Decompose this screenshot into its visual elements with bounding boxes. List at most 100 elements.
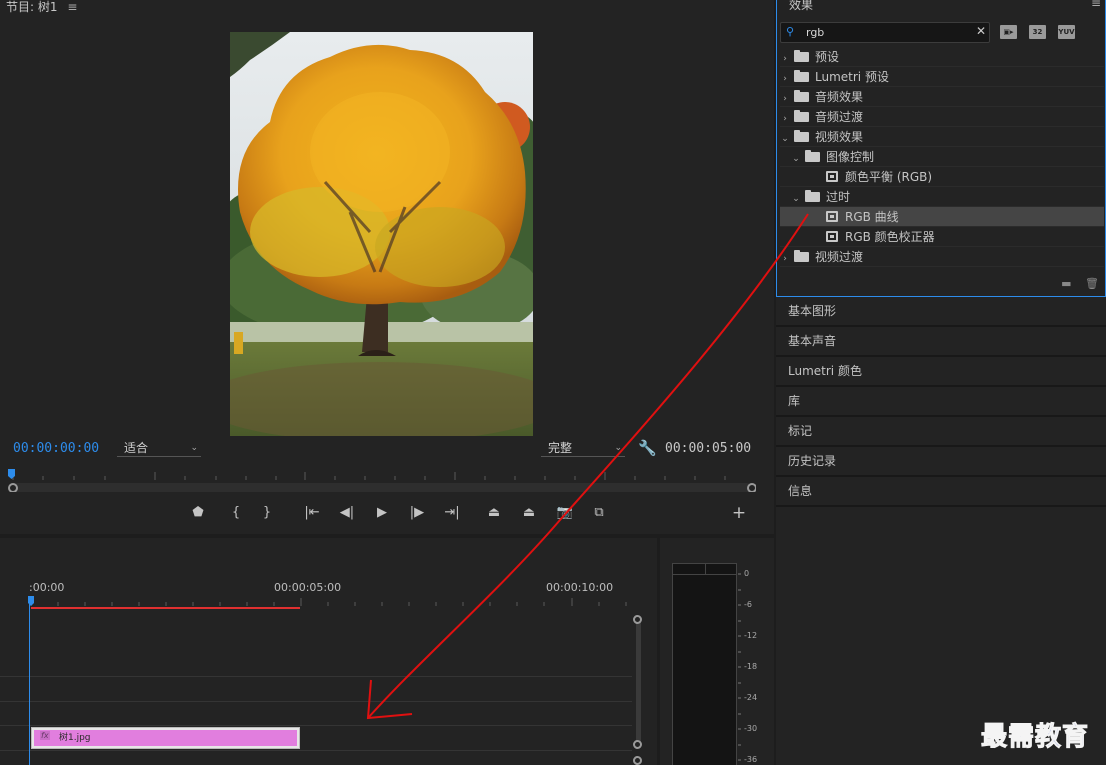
playhead-marker bbox=[8, 469, 15, 479]
tree-item-label: RGB 曲线 bbox=[845, 210, 899, 224]
panel-markers[interactable]: 标记 bbox=[776, 417, 1106, 447]
tree-item-label: 图像控制 bbox=[826, 150, 875, 164]
scroll-handle-bottom[interactable] bbox=[633, 740, 642, 749]
effects-bottom-toolbar: ▬ 🗑 bbox=[1061, 277, 1099, 290]
effect-icon bbox=[826, 171, 838, 182]
add-marker-button[interactable]: ⬟ bbox=[187, 503, 209, 523]
comparison-view-button[interactable]: ⧉ bbox=[588, 503, 610, 523]
chevron-right-icon[interactable]: › bbox=[780, 109, 790, 129]
tree-item-color-balance-rgb[interactable]: 颜色平衡 (RGB) bbox=[780, 167, 1104, 187]
new-bin-folder-icon[interactable]: ▬ bbox=[1061, 277, 1071, 290]
timeline-panel: :00:00 00:00:05:00 00:00:10:00 fx 树1.jpg bbox=[0, 538, 657, 765]
tree-item-presets[interactable]: › 预设 bbox=[780, 47, 1104, 67]
tree-item-video-effects[interactable]: ⌄ 视频效果 bbox=[780, 127, 1104, 147]
tree-item-label: 视频过渡 bbox=[815, 250, 864, 264]
go-to-out-button[interactable]: ⇥| bbox=[441, 503, 463, 523]
program-monitor-panel: 节目: 树1 ≡ 00:00:00:00 适合 ⌄ 完整 ⌄ 🔧 00:00:0… bbox=[0, 0, 774, 534]
folder-icon bbox=[794, 110, 809, 122]
step-forward-button[interactable]: |▶ bbox=[406, 503, 428, 523]
tree-image bbox=[230, 32, 533, 436]
program-monitor-title[interactable]: 节目: 树1 ≡ bbox=[6, 0, 77, 15]
meter-ticks bbox=[738, 573, 741, 761]
chevron-right-icon[interactable]: › bbox=[780, 69, 790, 89]
fx-badge[interactable]: fx bbox=[40, 731, 50, 740]
wrench-icon[interactable]: 🔧 bbox=[638, 439, 657, 457]
chevron-right-icon[interactable]: › bbox=[780, 249, 790, 269]
effects-panel: 效果 ≡ ⚲ ✕ ▣▸ 32 YUV › 预设 › Lumetri 预设 › 音频效果… bbox=[776, 0, 1106, 297]
chevron-down-icon: ⌄ bbox=[614, 443, 622, 453]
effects-search-input[interactable] bbox=[806, 24, 971, 41]
panel-essential-sound[interactable]: 基本声音 bbox=[776, 327, 1106, 357]
duration-timecode: 00:00:05:00 bbox=[665, 441, 752, 456]
panel-essential-graphics[interactable]: 基本图形 bbox=[776, 297, 1106, 327]
effects-tree: › 预设 › Lumetri 预设 › 音频效果 › 音频过渡 ⌄ 视频效果 ⌄ 图像控制 … bbox=[780, 47, 1104, 267]
track-divider bbox=[0, 701, 632, 702]
audio-meter-panel: 0 -6 -12 -18 -24 -30 -36 bbox=[660, 538, 774, 765]
playhead-line bbox=[29, 603, 30, 765]
chevron-right-icon[interactable]: › bbox=[780, 89, 790, 109]
folder-star-icon bbox=[794, 50, 809, 62]
video-clip[interactable]: fx 树1.jpg bbox=[31, 727, 300, 749]
panel-history[interactable]: 历史记录 bbox=[776, 447, 1106, 477]
fit-zoom-dropdown[interactable]: 适合 ⌄ bbox=[117, 440, 201, 457]
add-button-plus-icon[interactable]: + bbox=[728, 503, 750, 523]
tree-item-video-transitions[interactable]: › 视频过渡 bbox=[780, 247, 1104, 267]
tree-item-image-control[interactable]: ⌄ 图像控制 bbox=[780, 147, 1104, 167]
chevron-right-icon[interactable]: › bbox=[780, 49, 790, 69]
clear-search-icon[interactable]: ✕ bbox=[976, 24, 986, 38]
zoom-handle-left bbox=[8, 483, 18, 492]
play-button[interactable]: ▶ bbox=[371, 503, 393, 523]
tree-item-lumetri-presets[interactable]: › Lumetri 预设 bbox=[780, 67, 1104, 87]
fit-zoom-value: 适合 bbox=[124, 441, 149, 455]
panel-info[interactable]: 信息 bbox=[776, 477, 1106, 507]
tree-item-label: 音频过渡 bbox=[815, 110, 864, 124]
go-to-in-button[interactable]: |⇤ bbox=[301, 503, 323, 523]
extract-button[interactable]: ⏏ bbox=[518, 503, 540, 523]
panel-menu-icon[interactable]: ≡ bbox=[1091, 0, 1101, 10]
current-timecode[interactable]: 00:00:00:00 bbox=[13, 441, 99, 456]
export-frame-camera-icon[interactable]: 📷 bbox=[554, 503, 576, 523]
chevron-down-icon[interactable]: ⌄ bbox=[780, 129, 790, 149]
panel-menu-icon[interactable]: ≡ bbox=[67, 0, 77, 14]
timeline-ruler[interactable]: :00:00 00:00:05:00 00:00:10:00 bbox=[0, 538, 657, 610]
playback-resolution-dropdown[interactable]: 完整 ⌄ bbox=[541, 440, 625, 457]
timeline-ruler-ticks bbox=[28, 596, 627, 609]
chevron-down-icon[interactable]: ⌄ bbox=[791, 149, 801, 169]
mark-in-button[interactable]: { bbox=[225, 503, 247, 523]
folder-icon bbox=[805, 190, 820, 202]
folder-icon bbox=[794, 250, 809, 262]
accelerated-effects-filter-icon[interactable]: ▣▸ bbox=[1000, 25, 1017, 39]
tree-item-rgb-color-corrector[interactable]: RGB 颜色校正器 bbox=[780, 227, 1104, 247]
chevron-down-icon[interactable]: ⌄ bbox=[791, 189, 801, 209]
panel-libraries[interactable]: 库 bbox=[776, 387, 1106, 417]
effects-panel-title[interactable]: 效果 bbox=[789, 0, 813, 13]
tree-item-label: 音频效果 bbox=[815, 90, 864, 104]
collapsed-panels: 基本图形 基本声音 Lumetri 颜色 库 标记 历史记录 信息 bbox=[776, 297, 1106, 507]
lift-button[interactable]: ⏏ bbox=[483, 503, 505, 523]
timeline-vertical-scrollbar[interactable] bbox=[636, 620, 641, 745]
step-back-button[interactable]: ◀| bbox=[336, 503, 358, 523]
zoom-handle-right bbox=[747, 483, 756, 492]
trash-icon[interactable]: 🗑 bbox=[1085, 277, 1099, 290]
tree-item-audio-transitions[interactable]: › 音频过渡 bbox=[780, 107, 1104, 127]
watermark-logo: 最需教育 bbox=[980, 722, 1090, 753]
panel-lumetri-color[interactable]: Lumetri 颜色 bbox=[776, 357, 1106, 387]
tree-item-audio-effects[interactable]: › 音频效果 bbox=[780, 87, 1104, 107]
yuv-filter-icon[interactable]: YUV bbox=[1058, 25, 1075, 39]
monitor-time-ruler[interactable] bbox=[8, 466, 756, 492]
tree-item-label: 预设 bbox=[815, 50, 840, 64]
tree-item-label: 颜色平衡 (RGB) bbox=[845, 170, 933, 184]
tree-item-label: RGB 颜色校正器 bbox=[845, 230, 935, 244]
tree-item-obsolete[interactable]: ⌄ 过时 bbox=[780, 187, 1104, 207]
scroll-handle-top[interactable] bbox=[633, 615, 642, 624]
track-divider bbox=[0, 676, 632, 677]
folder-star-icon bbox=[794, 70, 809, 82]
32-bit-filter-icon[interactable]: 32 bbox=[1029, 25, 1046, 39]
video-preview[interactable] bbox=[230, 32, 533, 436]
program-monitor-title-text: 节目: 树1 bbox=[6, 0, 58, 14]
mark-out-button[interactable]: } bbox=[256, 503, 278, 523]
transport-controls: ⬟ { } |⇤ ◀| ▶ |▶ ⇥| ⏏ ⏏ 📷 ⧉ + bbox=[0, 500, 774, 526]
scroll-handle-lower[interactable] bbox=[633, 756, 642, 765]
effects-search-box[interactable]: ⚲ ✕ bbox=[780, 22, 990, 43]
tree-item-rgb-curves[interactable]: RGB 曲线 bbox=[780, 207, 1104, 227]
